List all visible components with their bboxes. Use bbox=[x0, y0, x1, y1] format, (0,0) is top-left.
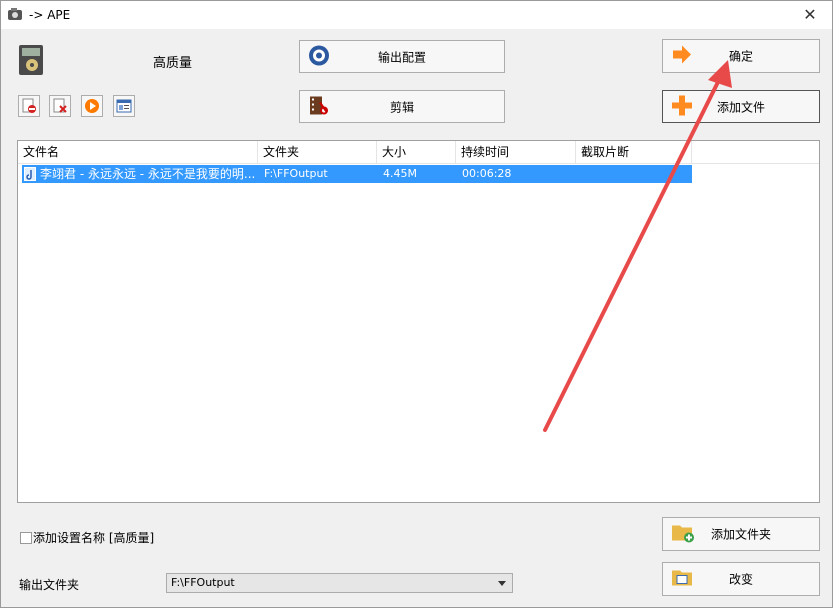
play-button[interactable] bbox=[81, 95, 103, 117]
ape-format-icon bbox=[17, 43, 47, 77]
column-header-size[interactable]: 大小 bbox=[377, 141, 456, 163]
audio-file-icon bbox=[24, 167, 36, 181]
output-folder-value: F:\FFOutput bbox=[171, 576, 235, 589]
confirm-label: 确定 bbox=[728, 49, 753, 64]
output-config-label: 输出配置 bbox=[377, 50, 426, 64]
table-row[interactable]: 李翊君 - 永远永远 - 永远不是我要的明... F:\FFOutput 4.4… bbox=[22, 165, 692, 183]
add-setting-name-checkbox[interactable] bbox=[20, 532, 32, 544]
add-file-label: 添加文件 bbox=[716, 100, 765, 114]
add-folder-label: 添加文件夹 bbox=[710, 527, 771, 542]
output-folder-label: 输出文件夹 bbox=[19, 578, 80, 592]
media-info-button[interactable] bbox=[113, 95, 135, 117]
column-header-duration[interactable]: 持续时间 bbox=[456, 141, 576, 163]
remove-icon bbox=[22, 98, 36, 113]
row-size: 4.45M bbox=[383, 167, 417, 180]
row-duration: 00:06:28 bbox=[462, 167, 512, 180]
info-window-icon bbox=[116, 99, 132, 113]
clear-list-button[interactable] bbox=[49, 95, 71, 117]
file-list[interactable]: 文件名 文件夹 大小 持续时间 截取片断 李翊君 - 永远永远 - 永远不是我要… bbox=[17, 140, 820, 503]
add-setting-name-label: 添加设置名称 [高质量] bbox=[33, 531, 155, 545]
clear-icon bbox=[53, 98, 67, 113]
column-header-clip[interactable]: 截取片断 bbox=[576, 141, 692, 163]
add-folder-button[interactable]: 添加文件夹 bbox=[662, 517, 820, 551]
column-header-folder[interactable]: 文件夹 bbox=[258, 141, 377, 163]
confirm-button[interactable]: 确定 bbox=[662, 39, 820, 73]
close-button[interactable]: ✕ bbox=[796, 4, 824, 26]
chevron-down-icon bbox=[498, 581, 506, 586]
window-title: -> APE bbox=[29, 8, 71, 22]
title-bar: -> APE ✕ bbox=[1, 1, 832, 29]
app-icon bbox=[7, 7, 23, 21]
main-window: -> APE ✕ 高质量 输出配置 确定 剪辑 添加文件 文件名 文件夹 大小 … bbox=[0, 0, 833, 608]
change-button[interactable]: 改变 bbox=[662, 562, 820, 596]
play-icon bbox=[85, 99, 99, 113]
change-label: 改变 bbox=[728, 572, 753, 587]
column-header-filename[interactable]: 文件名 bbox=[18, 141, 258, 163]
quality-label: 高质量 bbox=[153, 56, 193, 71]
add-file-button[interactable]: 添加文件 bbox=[662, 90, 820, 123]
edit-button[interactable]: 剪辑 bbox=[299, 90, 505, 123]
row-folder: F:\FFOutput bbox=[264, 167, 328, 180]
output-config-button[interactable]: 输出配置 bbox=[299, 40, 505, 73]
row-clip bbox=[582, 165, 692, 183]
remove-file-button[interactable] bbox=[18, 95, 40, 117]
output-folder-select[interactable]: F:\FFOutput bbox=[166, 573, 513, 593]
list-header: 文件名 文件夹 大小 持续时间 截取片断 bbox=[18, 141, 819, 164]
edit-label: 剪辑 bbox=[389, 100, 414, 114]
row-filename: 李翊君 - 永远永远 - 永远不是我要的明... bbox=[40, 167, 256, 181]
